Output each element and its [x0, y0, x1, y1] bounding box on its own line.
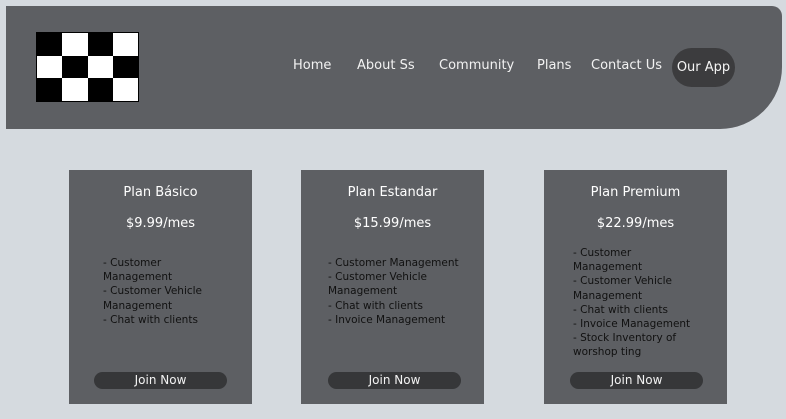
plan-card-premium: Plan Premium $22.99/mes - Customer Manag… [544, 170, 727, 404]
plan-price: $9.99/mes [125, 216, 196, 231]
nav-about[interactable]: About Ss [357, 58, 415, 73]
plan-features: - Customer Management - Customer Vehicle… [103, 256, 233, 327]
feature-item: - Stock Inventory of worshop ting [573, 332, 677, 359]
feature-item: - Customer Management [573, 247, 643, 274]
plan-title: Plan Premium [590, 185, 681, 200]
feature-item: - Customer Vehicle Management [573, 275, 673, 302]
feature-item: - Chat with clients [328, 299, 423, 312]
feature-item: - Chat with clients [103, 313, 198, 326]
plan-price: $15.99/mes [353, 216, 432, 231]
feature-item: - Invoice Management [328, 313, 446, 326]
feature-item: - Customer Vehicle Management [328, 271, 428, 298]
join-now-button[interactable]: Join Now [328, 372, 461, 389]
feature-item: - Customer Management [328, 257, 459, 269]
feature-item: - Chat with clients [573, 303, 668, 316]
join-now-button[interactable]: Join Now [570, 372, 703, 389]
plan-price: $22.99/mes [596, 216, 675, 231]
nav-home[interactable]: Home [293, 58, 331, 73]
site-header: Home About Ss Community Plans Contact Us… [6, 6, 782, 129]
our-app-button[interactable]: Our App [672, 48, 735, 87]
join-now-button[interactable]: Join Now [94, 372, 227, 389]
feature-item: - Customer Vehicle Management [103, 285, 203, 312]
plan-title: Plan Básico [123, 185, 198, 200]
feature-item: - Customer Management [103, 257, 173, 284]
plan-card-basic: Plan Básico $9.99/mes - Customer Managem… [69, 170, 252, 404]
plan-card-standard: Plan Estandar $15.99/mes - Customer Mana… [301, 170, 484, 404]
nav-contact[interactable]: Contact Us [591, 58, 662, 73]
nav-community[interactable]: Community [439, 58, 514, 73]
checkered-logo[interactable] [36, 32, 139, 102]
nav-plans[interactable]: Plans [537, 58, 571, 73]
plan-features: - Customer Management - Customer Vehicle… [328, 256, 463, 327]
plan-features: - Customer Management - Customer Vehicle… [573, 246, 703, 360]
plan-title: Plan Estandar [347, 185, 438, 200]
feature-item: - Invoice Management [573, 318, 691, 331]
